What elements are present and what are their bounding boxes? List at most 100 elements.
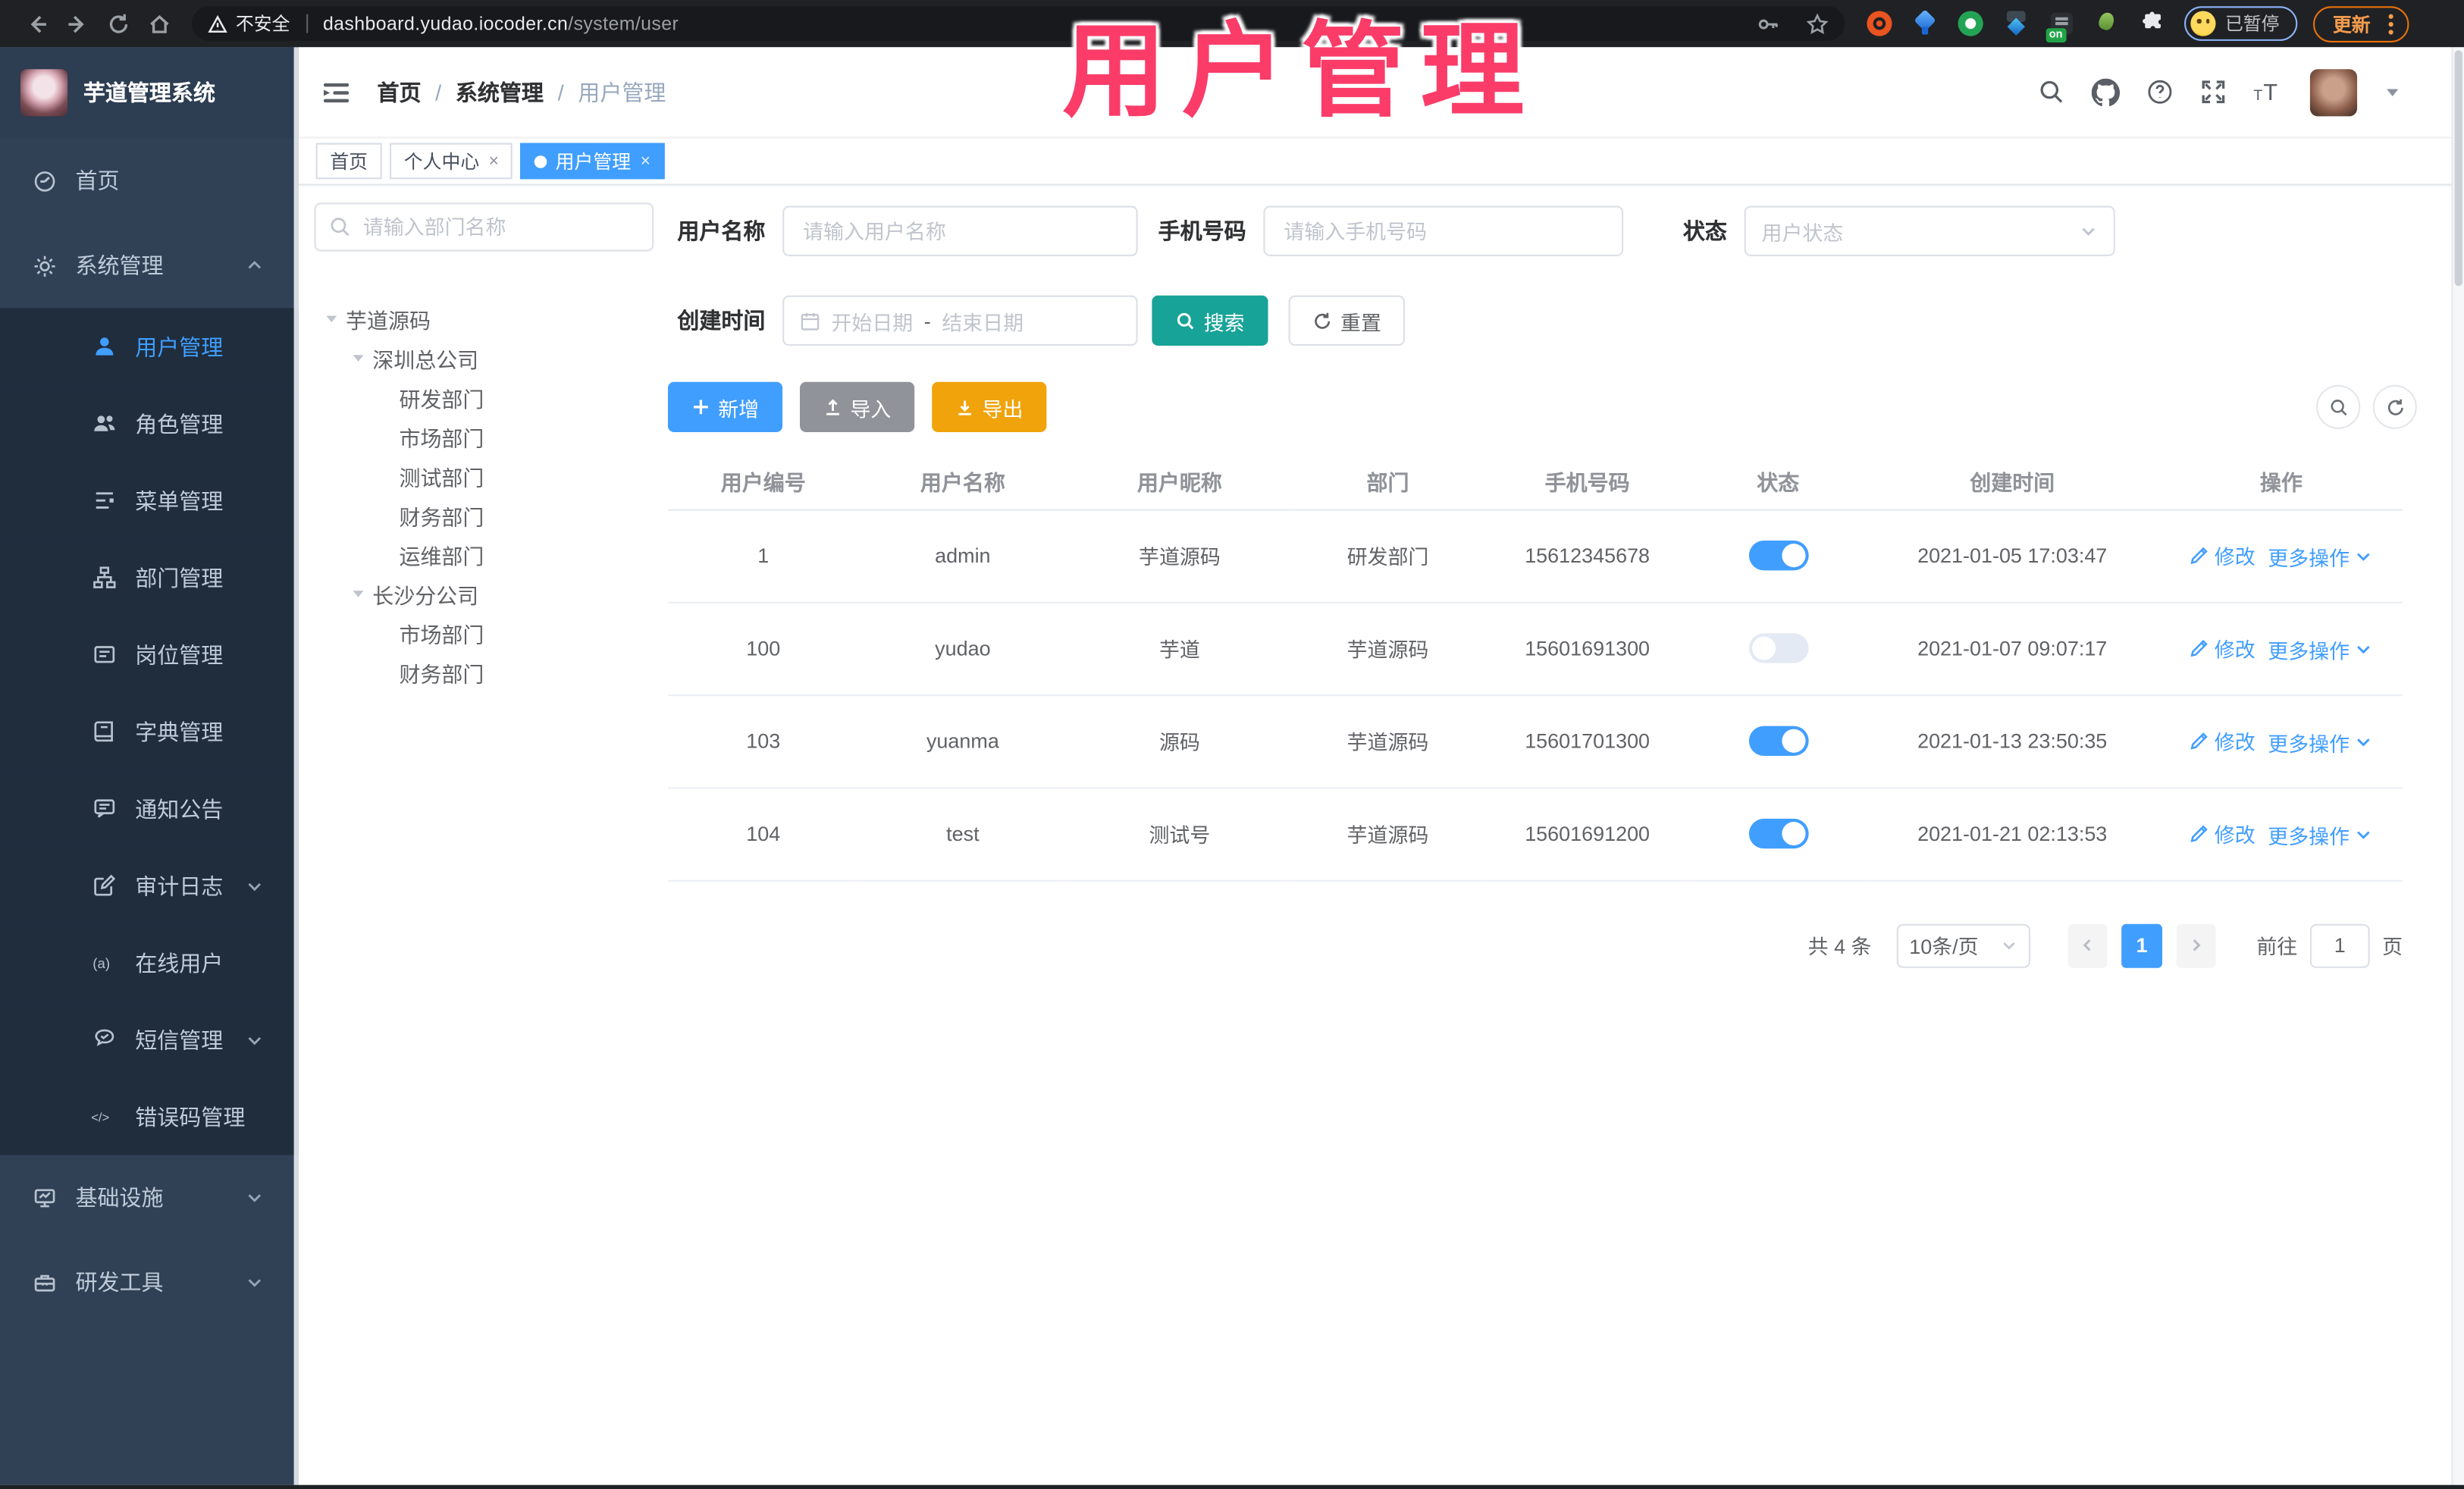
dept-search-input[interactable]	[314, 202, 654, 252]
list-on-extension-icon[interactable]: on	[2045, 11, 2074, 42]
browser-profile-chip[interactable]: 已暂停	[2184, 6, 2297, 41]
sidebar-item-dict[interactable]: 字典管理	[0, 693, 299, 770]
tree-node[interactable]: 财务部门	[315, 652, 654, 691]
page-size-select[interactable]: 10条/页	[1896, 923, 2030, 967]
browser-home-icon[interactable]	[138, 3, 179, 44]
sidebar-item-notice[interactable]: 通知公告	[0, 770, 299, 848]
header-search-icon[interactable]	[2038, 79, 2064, 105]
sidebar-item-role[interactable]: 角色管理	[0, 384, 299, 462]
tree-node[interactable]: 深圳总公司	[315, 338, 654, 378]
sidebar-item-infra[interactable]: 基础设施	[0, 1155, 299, 1240]
import-button-label: 导入	[850, 397, 892, 421]
username-input[interactable]	[800, 218, 1121, 245]
plus-icon	[691, 397, 710, 416]
blue-diamond-extension-icon[interactable]	[2004, 11, 2029, 36]
extension-on-badge: on	[2045, 28, 2066, 42]
bookmark-star-icon[interactable]	[1806, 12, 1829, 36]
more-actions-link[interactable]: 更多操作	[2268, 541, 2373, 571]
refresh-icon	[2387, 398, 2403, 415]
saved-password-key-icon[interactable]	[1757, 12, 1780, 36]
status-toggle[interactable]	[1748, 633, 1808, 663]
user-avatar[interactable]	[2309, 68, 2358, 116]
close-icon[interactable]: ×	[489, 152, 499, 171]
sidebar-item-dept[interactable]: 部门管理	[0, 538, 299, 616]
tree-node[interactable]: 财务部门	[315, 495, 654, 534]
sidebar-item-system[interactable]: 系统管理	[0, 223, 299, 308]
github-icon[interactable]	[2091, 77, 2121, 106]
help-question-icon[interactable]	[2146, 79, 2173, 105]
edit-link[interactable]: 修改	[2190, 726, 2256, 755]
status-toggle[interactable]	[1748, 541, 1808, 571]
add-button[interactable]: 新增	[667, 381, 783, 432]
browser-menu-kebab-icon[interactable]	[2383, 13, 2397, 34]
fullscreen-icon[interactable]	[2200, 79, 2227, 105]
browser-reload-icon[interactable]	[98, 3, 139, 44]
tag-用户管理[interactable]: 用户管理 ×	[521, 143, 665, 180]
font-size-icon[interactable]: TT	[2253, 79, 2283, 105]
sidebar-collapse-icon[interactable]	[321, 77, 352, 108]
extensions-puzzle-icon[interactable]	[2140, 11, 2165, 36]
tag-个人中心[interactable]: 个人中心 ×	[390, 143, 513, 180]
tree-node[interactable]: 市场部门	[315, 613, 654, 652]
tag-首页[interactable]: 首页	[315, 143, 382, 180]
sidebar-item-post[interactable]: 岗位管理	[0, 616, 299, 694]
page-1-button[interactable]: 1	[2121, 923, 2162, 967]
username-field[interactable]	[782, 205, 1138, 256]
status-toggle[interactable]	[1748, 818, 1808, 849]
sidebar-item-user[interactable]: 用户管理	[0, 308, 299, 385]
breadcrumb-item[interactable]: 首页	[377, 77, 421, 108]
export-button[interactable]: 导出	[932, 381, 1047, 432]
address-bar[interactable]: 不安全 dashboard.yudao.iocoder.cn/system/us…	[191, 6, 1845, 41]
blue-gem-extension-icon[interactable]	[1912, 9, 1937, 36]
refresh-table-button[interactable]	[2372, 384, 2417, 429]
sidebar-item-audit-log[interactable]: 审计日志	[0, 847, 299, 924]
toggle-search-button[interactable]	[2316, 384, 2361, 429]
edit-link[interactable]: 修改	[2190, 540, 2256, 569]
green-y-extension-icon[interactable]	[1958, 11, 1983, 36]
tree-node[interactable]: 市场部门	[315, 416, 654, 456]
caret-down-icon[interactable]	[347, 585, 369, 601]
sidebar-item-dev-tools[interactable]: 研发工具	[0, 1240, 299, 1324]
mobile-input[interactable]	[1281, 218, 1607, 245]
more-actions-link[interactable]: 更多操作	[2268, 820, 2373, 849]
sidebar-item-online-user[interactable]: (a) 在线用户	[0, 923, 299, 1002]
edit-link[interactable]: 修改	[2190, 818, 2256, 848]
sidebar-item-sms[interactable]: 短信管理	[0, 1001, 299, 1078]
status-toggle[interactable]	[1748, 726, 1808, 756]
status-select[interactable]: 用户状态	[1744, 205, 2115, 256]
scrollbar-thumb[interactable]	[2454, 50, 2462, 287]
page-scrollbar[interactable]	[2451, 47, 2464, 1485]
ubuntu-extension-icon[interactable]	[1867, 11, 1892, 36]
browser-update-button[interactable]: 更新	[2312, 5, 2409, 42]
sidebar-item-home[interactable]: 首页	[0, 138, 299, 223]
tree-node[interactable]: 芋道源码	[315, 299, 654, 338]
import-button[interactable]: 导入	[800, 381, 915, 432]
green-mantis-extension-icon[interactable]	[2095, 11, 2120, 36]
breadcrumb-item[interactable]: 系统管理	[456, 77, 544, 108]
mobile-field[interactable]	[1263, 205, 1624, 256]
tag-label: 用户管理	[555, 150, 632, 173]
next-page-button[interactable]	[2176, 923, 2216, 967]
reset-button[interactable]: 重置	[1288, 295, 1406, 346]
caret-down-icon[interactable]	[321, 310, 343, 326]
tree-node[interactable]: 长沙分公司	[315, 574, 654, 613]
logo-row[interactable]: 芋道管理系统	[0, 47, 299, 139]
caret-down-icon[interactable]	[347, 350, 369, 365]
dept-search	[314, 202, 654, 252]
sidebar-item-menu[interactable]: 菜单管理	[0, 462, 299, 539]
edit-link[interactable]: 修改	[2190, 632, 2256, 662]
more-actions-link[interactable]: 更多操作	[2268, 634, 2373, 663]
tree-node[interactable]: 研发部门	[315, 377, 654, 416]
sidebar-item-error-code[interactable]: </> 错误码管理	[0, 1077, 299, 1155]
tree-node[interactable]: 测试部门	[315, 456, 654, 495]
avatar-caret-down-icon[interactable]	[2384, 83, 2401, 101]
more-actions-link[interactable]: 更多操作	[2268, 727, 2373, 757]
close-icon[interactable]: ×	[641, 152, 650, 171]
browser-forward-icon[interactable]	[57, 3, 98, 44]
create-time-range-picker[interactable]: 开始日期 - 结束日期	[782, 295, 1138, 346]
search-button[interactable]: 搜索	[1152, 295, 1268, 346]
prev-page-button[interactable]	[2067, 923, 2108, 967]
tree-node[interactable]: 运维部门	[315, 534, 654, 574]
goto-page-input[interactable]	[2309, 923, 2370, 967]
browser-back-icon[interactable]	[16, 3, 57, 44]
